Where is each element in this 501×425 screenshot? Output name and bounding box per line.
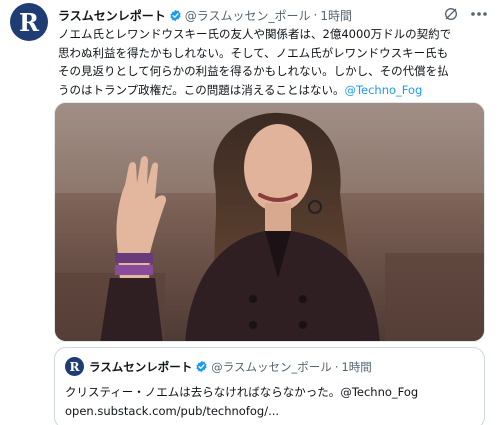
verified-badge-icon	[170, 9, 181, 21]
quoted-text-line: クリスティー・ノエムは去らなければならなかった。@Techno_Fog	[65, 383, 475, 402]
author-display-name[interactable]: ラスムセンレポート	[58, 7, 166, 24]
quoted-handle[interactable]: @ラスムッセン_ポール	[211, 359, 332, 375]
quoted-timestamp[interactable]: 1時間	[341, 359, 371, 375]
tweet-text-line: うのはトランプ政権だ。この問題は消えることはない。@Techno_Fog	[58, 81, 496, 100]
avatar-letter: R	[19, 7, 39, 37]
tweet-photo[interactable]	[54, 102, 485, 342]
quoted-avatar[interactable]: R	[65, 357, 84, 376]
grok-icon[interactable]	[443, 6, 459, 22]
avatar-letter: R	[69, 359, 80, 374]
quoted-text-segment: クリスティー・ノエムは去らなければならなかった。	[65, 385, 341, 399]
tweet-header: ラスムセンレポート @ラスムッセン_ポール · 1時間	[58, 5, 352, 25]
quoted-text: クリスティー・ノエムは去らなければならなかった。@Techno_Fog open…	[65, 383, 475, 420]
quoted-mention[interactable]: @Techno_Fog	[340, 385, 418, 399]
more-icon[interactable]	[469, 6, 489, 22]
tweet-text-segment: うのはトランプ政権だ。この問題は消えることはない。	[58, 82, 345, 97]
separator-dot: ·	[334, 359, 339, 374]
mention-link[interactable]: @Techno_Fog	[344, 83, 422, 97]
separator-dot: ·	[313, 8, 318, 22]
tweet-text-line: ノエム氏とレワンドウスキー氏の友人や関係者は、2億4000万ドルの契約で	[58, 27, 452, 41]
quoted-tweet[interactable]: R ラスムセンレポート @ラスムッセン_ポール · 1時間 クリスティー・ノエム…	[54, 347, 485, 425]
verified-badge-icon	[196, 360, 207, 373]
photo-illustration	[55, 103, 484, 341]
profile-avatar[interactable]: R	[10, 3, 48, 41]
tweet-text: ノエム氏とレワンドウスキー氏の友人や関係者は、2億4000万ドルの契約で 思わぬ…	[58, 25, 496, 99]
tweet-timestamp[interactable]: 1時間	[320, 7, 352, 24]
tweet-text-line: 思わぬ利益を得たかもしれない。そして、ノエム氏がレワンドウスキー氏も	[58, 45, 449, 60]
tweet[interactable]: R ラスムセンレポート @ラスムッセン_ポール · 1時間 ノエム氏とレワンドウ…	[0, 0, 501, 425]
quoted-header: ラスムセンレポート @ラスムッセン_ポール · 1時間	[89, 357, 372, 376]
tweet-text-line: その見返りとして何らかの利益を得るかもしれない。しかし、その代償を払	[58, 64, 449, 78]
author-handle[interactable]: @ラスムッセン_ポール	[185, 7, 311, 24]
quoted-display-name[interactable]: ラスムセンレポート	[89, 359, 192, 375]
quoted-link[interactable]: open.substack.com/pub/technofog/...	[65, 402, 475, 421]
